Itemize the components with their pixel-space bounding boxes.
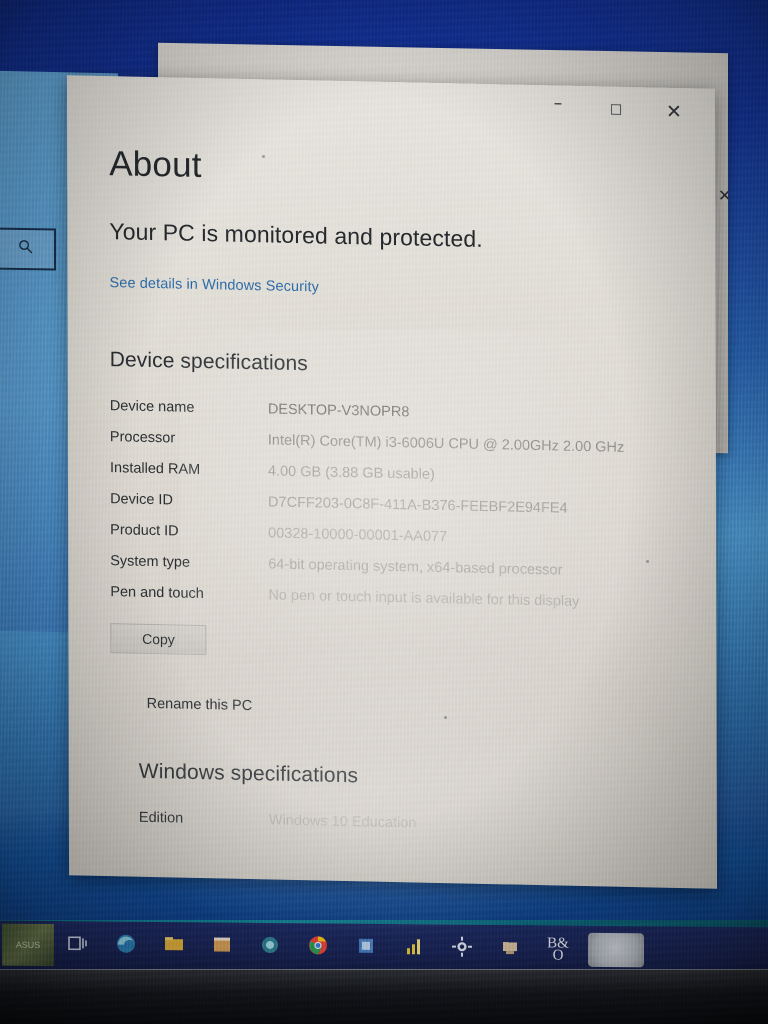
spec-label: Device ID bbox=[110, 491, 173, 509]
spec-value: D7CFF203-0C8F-411A-B376-FEEBF2E94FE4 bbox=[268, 494, 568, 517]
device-specifications-heading: Device specifications bbox=[109, 348, 308, 376]
device-specifications-table: Device name DESKTOP-V3NOPR8 Processor In… bbox=[110, 396, 673, 615]
rename-this-pc-button[interactable]: Rename this PC bbox=[147, 696, 673, 723]
settings-gear-icon bbox=[450, 934, 474, 963]
spec-label: Processor bbox=[109, 429, 176, 447]
taskbar-item-file-explorer[interactable] bbox=[150, 924, 198, 968]
edge-browser-icon bbox=[114, 931, 138, 960]
settings-about-window: – ☐ ✕ About Your PC is monitored and pro… bbox=[66, 75, 718, 889]
app-icon-teal bbox=[258, 932, 282, 961]
table-row: Installed RAM 4.00 GB (3.88 GB usable) bbox=[110, 458, 672, 491]
table-row: Product ID 00328-10000-00001-AA077 bbox=[110, 520, 672, 553]
clock-area[interactable] bbox=[588, 932, 644, 968]
taskbar-item-bang-olufsen[interactable]: B& O bbox=[534, 927, 582, 971]
taskbar-item-app-tan[interactable] bbox=[486, 927, 534, 971]
spec-value: 00328-10000-00001-AA077 bbox=[268, 525, 448, 546]
task-view-icon bbox=[66, 931, 90, 960]
search-icon bbox=[17, 238, 34, 260]
spec-label: Edition bbox=[138, 809, 184, 827]
spec-value: DESKTOP-V3NOPR8 bbox=[267, 401, 410, 421]
taskbar-item-app-blue[interactable] bbox=[342, 926, 390, 970]
spec-value: 4.00 GB (3.88 GB usable) bbox=[267, 463, 435, 483]
maximize-button[interactable]: ☐ bbox=[587, 89, 645, 132]
taskbar-item-chart-app[interactable] bbox=[390, 926, 438, 970]
table-row: Device ID D7CFF203-0C8F-411A-B376-FEEBF2… bbox=[110, 489, 672, 522]
copy-button[interactable]: Copy bbox=[110, 623, 207, 656]
app-icon-blue bbox=[354, 933, 378, 962]
taskbar-item-app-teal[interactable] bbox=[246, 925, 294, 969]
about-page-content: About Your PC is monitored and protected… bbox=[67, 123, 717, 838]
page-title: About bbox=[109, 144, 202, 186]
minimize-button[interactable]: – bbox=[529, 88, 587, 131]
chart-app-icon bbox=[402, 934, 426, 963]
close-button[interactable]: ✕ bbox=[645, 90, 703, 133]
taskbar-item-store[interactable] bbox=[198, 924, 246, 968]
protection-status-text: Your PC is monitored and protected. bbox=[109, 218, 483, 252]
windows-security-link[interactable]: See details in Windows Security bbox=[109, 275, 318, 295]
taskbar-item-edge[interactable] bbox=[102, 924, 150, 968]
store-icon bbox=[210, 932, 234, 961]
spec-label: Device name bbox=[109, 398, 195, 416]
spec-label: System type bbox=[110, 553, 191, 571]
taskbar[interactable]: ASUS B& O bbox=[0, 920, 768, 976]
spec-value: Intel(R) Core(TM) i3-6006U CPU @ 2.00GHz… bbox=[267, 432, 625, 456]
table-row: Pen and touch No pen or touch input is a… bbox=[110, 582, 672, 615]
spec-label: Pen and touch bbox=[110, 584, 204, 603]
windows-specifications-heading: Windows specifications bbox=[138, 759, 359, 788]
search-input[interactable] bbox=[0, 227, 56, 271]
background-window-close-button[interactable]: ✕ bbox=[718, 186, 731, 205]
file-explorer-icon bbox=[162, 932, 186, 961]
bang-olufsen-icon: B& O bbox=[547, 935, 569, 964]
spec-value: Windows 10 Education bbox=[268, 812, 417, 832]
taskbar-item-settings[interactable] bbox=[438, 926, 486, 970]
table-row: Processor Intel(R) Core(TM) i3-6006U CPU… bbox=[110, 427, 672, 460]
table-row: Device name DESKTOP-V3NOPR8 bbox=[110, 396, 672, 429]
spec-value: 64-bit operating system, x64-based proce… bbox=[268, 556, 563, 579]
desk-surface bbox=[0, 970, 768, 1024]
table-row: Edition Windows 10 Education bbox=[139, 810, 673, 837]
app-icon-tan bbox=[498, 934, 522, 963]
spec-label: Installed RAM bbox=[109, 460, 201, 479]
spec-label: Product ID bbox=[110, 522, 179, 540]
start-button[interactable]: ASUS bbox=[2, 923, 54, 967]
taskbar-item-task-view[interactable] bbox=[54, 923, 102, 967]
taskbar-item-chrome[interactable] bbox=[294, 925, 342, 969]
chrome-browser-icon bbox=[306, 933, 330, 962]
table-row: System type 64-bit operating system, x64… bbox=[110, 551, 672, 584]
spec-value: No pen or touch input is available for t… bbox=[268, 587, 580, 611]
photographed-screen: ✕ – ☐ ✕ About Your PC is monitored and p… bbox=[0, 0, 768, 1024]
